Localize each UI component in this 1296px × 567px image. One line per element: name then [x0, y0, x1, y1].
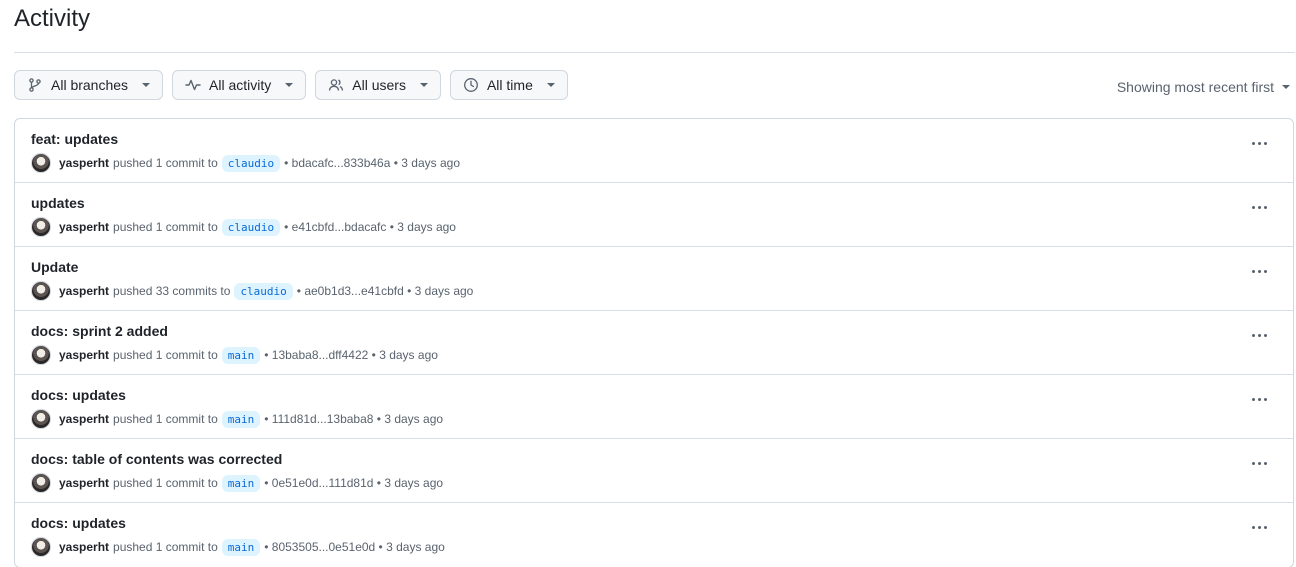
avatar[interactable]: [31, 345, 51, 365]
commit-title[interactable]: Update: [31, 259, 78, 275]
action-text: pushed 33 commits to: [113, 284, 231, 298]
activity-filter-button[interactable]: All activity: [172, 70, 307, 100]
chevron-down-icon: [1282, 85, 1290, 89]
timestamp: 3 days ago: [384, 412, 444, 426]
action-text: pushed 1 commit to: [113, 220, 218, 234]
username-link[interactable]: yasperht: [59, 348, 109, 362]
activity-meta: yasperht pushed 33 commits to claudio • …: [31, 281, 473, 301]
action-text: pushed 1 commit to: [113, 156, 218, 170]
more-options-icon[interactable]: [1247, 327, 1271, 343]
page-title: Activity: [14, 5, 91, 32]
timestamp: 3 days ago: [414, 284, 474, 298]
more-options-icon[interactable]: [1247, 391, 1271, 407]
more-options-icon[interactable]: [1247, 263, 1271, 279]
more-options-icon[interactable]: [1247, 519, 1271, 535]
sort-order-label: Showing most recent first: [1116, 79, 1274, 95]
commit-range[interactable]: • ae0b1d3...e41cbfd •: [297, 284, 412, 298]
username-link[interactable]: yasperht: [59, 220, 109, 234]
avatar[interactable]: [31, 409, 51, 429]
commit-title[interactable]: docs: updates: [31, 515, 126, 531]
activity-meta: yasperht pushed 1 commit to main • 111d8…: [31, 409, 443, 429]
commit-range[interactable]: • 0e51e0d...111d81d •: [264, 476, 381, 490]
chevron-down-icon: [285, 83, 294, 87]
activity-meta: yasperht pushed 1 commit to main • 13bab…: [31, 345, 438, 365]
branch-label[interactable]: main: [221, 346, 261, 364]
action-text: pushed 1 commit to: [113, 540, 218, 554]
branch-label[interactable]: main: [221, 538, 261, 556]
pulse-icon: [185, 77, 201, 93]
avatar[interactable]: [31, 281, 51, 301]
activity-meta: yasperht pushed 1 commit to claudio • bd…: [31, 153, 460, 173]
activity-list: feat: updates yasperht pushed 1 commit t…: [14, 118, 1294, 567]
username-link[interactable]: yasperht: [59, 156, 109, 170]
action-text: pushed 1 commit to: [113, 476, 218, 490]
commit-title[interactable]: docs: sprint 2 added: [31, 323, 168, 339]
avatar[interactable]: [31, 473, 51, 493]
action-text: pushed 1 commit to: [113, 412, 218, 426]
timestamp: 3 days ago: [397, 220, 456, 234]
username-link[interactable]: yasperht: [59, 284, 109, 298]
time-filter-label: All time: [486, 77, 533, 93]
commit-title[interactable]: docs: updates: [31, 387, 126, 403]
branches-filter-label: All branches: [51, 77, 129, 93]
username-link[interactable]: yasperht: [59, 412, 109, 426]
list-item: Update yasperht pushed 33 commits to cla…: [15, 247, 1293, 311]
branches-filter-button[interactable]: All branches: [14, 70, 164, 100]
list-item: docs: table of contents was corrected ya…: [15, 439, 1293, 503]
timestamp: 3 days ago: [379, 348, 438, 362]
commit-range[interactable]: • 111d81d...13baba8 •: [264, 412, 381, 426]
avatar[interactable]: [31, 217, 51, 237]
branch-label[interactable]: claudio: [221, 218, 281, 236]
branch-label[interactable]: main: [221, 474, 261, 492]
timestamp: 3 days ago: [384, 476, 444, 490]
activity-page: Activity All branches All activity All u…: [0, 0, 1296, 567]
list-item: updates yasperht pushed 1 commit to clau…: [15, 183, 1293, 247]
action-text: pushed 1 commit to: [113, 348, 218, 362]
clock-icon: [463, 77, 479, 93]
list-item: feat: updates yasperht pushed 1 commit t…: [15, 119, 1293, 183]
timestamp: 3 days ago: [386, 540, 445, 554]
git-branch-icon: [27, 77, 43, 93]
chevron-down-icon: [546, 83, 555, 87]
branch-label[interactable]: main: [221, 410, 261, 428]
username-link[interactable]: yasperht: [59, 540, 109, 554]
more-options-icon[interactable]: [1247, 135, 1271, 151]
time-filter-button[interactable]: All time: [449, 70, 568, 100]
commit-title[interactable]: feat: updates: [31, 131, 118, 147]
users-filter-label: All users: [352, 77, 406, 93]
commit-range[interactable]: • 13baba8...dff4422 •: [264, 348, 376, 362]
more-options-icon[interactable]: [1247, 199, 1271, 215]
activity-meta: yasperht pushed 1 commit to main • 80535…: [31, 537, 445, 557]
list-item: docs: sprint 2 added yasperht pushed 1 c…: [15, 311, 1293, 375]
more-options-icon[interactable]: [1247, 455, 1271, 471]
activity-meta: yasperht pushed 1 commit to main • 0e51e…: [31, 473, 443, 493]
avatar[interactable]: [31, 153, 51, 173]
avatar[interactable]: [31, 537, 51, 557]
commit-range[interactable]: • e41cbfd...bdacafc •: [284, 220, 394, 234]
commit-title[interactable]: updates: [31, 195, 85, 211]
activity-filter-label: All activity: [209, 77, 272, 93]
timestamp: 3 days ago: [401, 156, 460, 170]
branch-label[interactable]: claudio: [234, 282, 293, 300]
users-filter-button[interactable]: All users: [315, 70, 441, 100]
divider: [14, 52, 1295, 53]
commit-title[interactable]: docs: table of contents was corrected: [31, 451, 282, 467]
activity-meta: yasperht pushed 1 commit to claudio • e4…: [31, 217, 456, 237]
username-link[interactable]: yasperht: [59, 476, 109, 490]
chevron-down-icon: [142, 83, 151, 87]
branch-label[interactable]: claudio: [221, 154, 281, 172]
chevron-down-icon: [419, 83, 428, 87]
list-item: docs: updates yasperht pushed 1 commit t…: [15, 375, 1293, 439]
commit-range[interactable]: • bdacafc...833b46a •: [284, 156, 398, 170]
list-item: docs: updates yasperht pushed 1 commit t…: [15, 503, 1293, 567]
sort-order-dropdown[interactable]: Showing most recent first: [1117, 79, 1290, 95]
people-icon: [328, 77, 344, 93]
filter-bar: All branches All activity All users All …: [14, 70, 568, 100]
commit-range[interactable]: • 8053505...0e51e0d •: [264, 540, 383, 554]
